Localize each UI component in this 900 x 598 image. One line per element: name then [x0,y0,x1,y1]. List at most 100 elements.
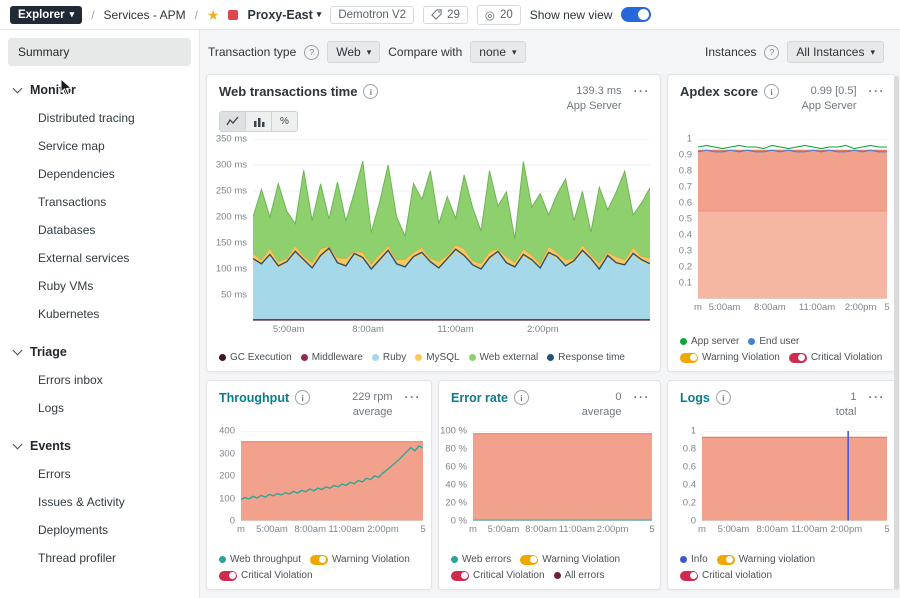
percent-view-button[interactable]: % [272,112,297,131]
legend-toggle[interactable] [520,555,538,565]
sidebar-section-triage[interactable]: Triage [8,336,191,366]
legend-item-critical-violation[interactable]: Critical violation [680,570,772,581]
error-rate-chart[interactable] [473,431,652,521]
legend-toggle[interactable] [717,555,735,565]
info-icon[interactable]: i [514,390,529,405]
sidebar-item-kubernetes[interactable]: Kubernetes [8,300,191,328]
legend-item-critical-violation[interactable]: Critical Violation [219,570,313,581]
breadcrumb-services-apm[interactable]: Services - APM [104,8,186,22]
legend-toggle[interactable] [789,353,807,363]
account-chip[interactable]: Demotron V2 [330,6,414,24]
apdex-score-chart[interactable] [698,139,887,299]
legend-item-web-external[interactable]: Web external [469,352,539,363]
x-tick-label: 11:00am [791,524,827,535]
line-chart-button[interactable] [220,112,246,131]
bar-chart-button[interactable] [246,112,272,131]
sidebar-section-monitor[interactable]: Monitor [8,74,191,104]
legend-label: Web throughput [230,554,301,565]
legend-dot-icon [748,338,755,345]
card-header: Web transactions time i 139.3 ms App Ser… [207,75,660,115]
card-menu-icon[interactable]: ··· [405,390,422,404]
legend-item-app-server[interactable]: App server [680,336,739,347]
sidebar-item-service-map[interactable]: Service map [8,132,191,160]
card-error-rate: Error rate i 0 average ··· 100 %80 %60 %… [438,380,661,590]
legend-item-warning-violation[interactable]: Warning Violation [520,554,620,565]
legend-toggle[interactable] [680,353,698,363]
legend-item-gc-execution[interactable]: GC Execution [219,352,292,363]
card-menu-icon[interactable]: ··· [634,84,651,98]
sidebar-item-distributed-tracing[interactable]: Distributed tracing [8,104,191,132]
sidebar-item-transactions[interactable]: Transactions [8,188,191,216]
web-transactions-time-chart[interactable] [253,139,650,321]
sidebar-item-label: Summary [18,45,69,59]
caret-down-icon: ▾ [512,47,517,58]
x-axis: m5:00am8:00am11:00am2:00pm5 [702,521,887,537]
entity-name-dropdown[interactable]: Proxy-East ▾ [247,8,321,22]
sidebar-section-events[interactable]: Events [8,430,191,460]
legend-item-end-user[interactable]: End user [748,336,799,347]
sidebar-item-summary[interactable]: Summary [8,38,191,66]
legend-toggle[interactable] [680,571,698,581]
legend-item-info[interactable]: Info [680,554,708,565]
compare-with-dropdown[interactable]: none ▾ [470,41,525,63]
legend-item-critical-violation[interactable]: Critical Violation [789,352,883,363]
sidebar-item-ruby-vms[interactable]: Ruby VMs [8,272,191,300]
legend-item-response-time[interactable]: Response time [547,352,625,363]
info-icon[interactable]: i [295,390,310,405]
account-name: Demotron V2 [338,9,406,21]
sidebar-item-databases[interactable]: Databases [8,216,191,244]
favorite-star-icon[interactable]: ★ [207,8,220,22]
legend-item-critical-violation[interactable]: Critical Violation [451,570,545,581]
x-tick-label: m [698,524,706,535]
help-icon[interactable]: ? [304,45,319,60]
sidebar-item-dependencies[interactable]: Dependencies [8,160,191,188]
logs-chart[interactable] [702,431,887,521]
line-chart-icon [226,116,239,127]
legend-item-all-errors[interactable]: All errors [554,570,605,581]
help-icon[interactable]: ? [764,45,779,60]
card-header: Error rate i 0 average ··· [439,381,660,421]
card-menu-icon[interactable]: ··· [869,390,886,404]
legend-item-warning-violation[interactable]: Warning Violation [680,352,780,363]
tags-chip[interactable]: 29 [423,6,468,24]
legend-item-web-throughput[interactable]: Web throughput [219,554,301,565]
instances-dropdown[interactable]: All Instances ▾ [787,41,884,63]
sidebar-item-errors[interactable]: Errors [8,460,191,488]
sidebar: Summary Monitor Distributed tracingServi… [0,30,200,598]
legend-dot-icon [554,572,561,579]
x-axis: m5:00am8:00am11:00am2:00pm5 [241,521,423,537]
explorer-button[interactable]: Explorer ▾ [10,6,82,24]
legend-item-web-errors[interactable]: Web errors [451,554,511,565]
transaction-type-dropdown[interactable]: Web ▾ [327,41,380,63]
card-menu-icon[interactable]: ··· [869,84,886,98]
card-subvalue: App Server [801,99,856,114]
info-icon[interactable]: i [716,390,731,405]
sidebar-item-external-services[interactable]: External services [8,244,191,272]
y-tick-label: 1 [691,426,696,437]
legend-toggle[interactable] [451,571,469,581]
card-summary-values: 139.3 ms App Server [566,84,621,115]
sidebar-item-issues-activity[interactable]: Issues & Activity [8,488,191,516]
throughput-chart[interactable] [241,431,423,521]
legend-toggle[interactable] [219,571,237,581]
legend-item-warning-violation[interactable]: Warning Violation [310,554,410,565]
legend-item-ruby[interactable]: Ruby [372,352,406,363]
dashboards-chip[interactable]: ◎ 20 [477,5,521,25]
circle-badge-icon: ◎ [485,8,495,22]
legend-item-mysql[interactable]: MySQL [415,352,459,363]
sidebar-triage-items: Errors inboxLogs [8,366,191,422]
vertical-scrollbar[interactable] [894,76,899,590]
sidebar-item-thread-profiler[interactable]: Thread profiler [8,544,191,572]
x-tick-label: 5:00am [256,524,288,535]
info-icon[interactable]: i [764,84,779,99]
card-web-transactions-time: Web transactions time i 139.3 ms App Ser… [206,74,661,372]
sidebar-item-errors-inbox[interactable]: Errors inbox [8,366,191,394]
sidebar-item-logs[interactable]: Logs [8,394,191,422]
info-icon[interactable]: i [363,84,378,99]
legend-item-middleware[interactable]: Middleware [301,352,363,363]
legend-toggle[interactable] [310,555,328,565]
sidebar-item-deployments[interactable]: Deployments [8,516,191,544]
card-menu-icon[interactable]: ··· [634,390,651,404]
legend-item-warning-violation[interactable]: Warning violation [717,554,815,565]
show-new-view-toggle[interactable] [621,7,651,22]
